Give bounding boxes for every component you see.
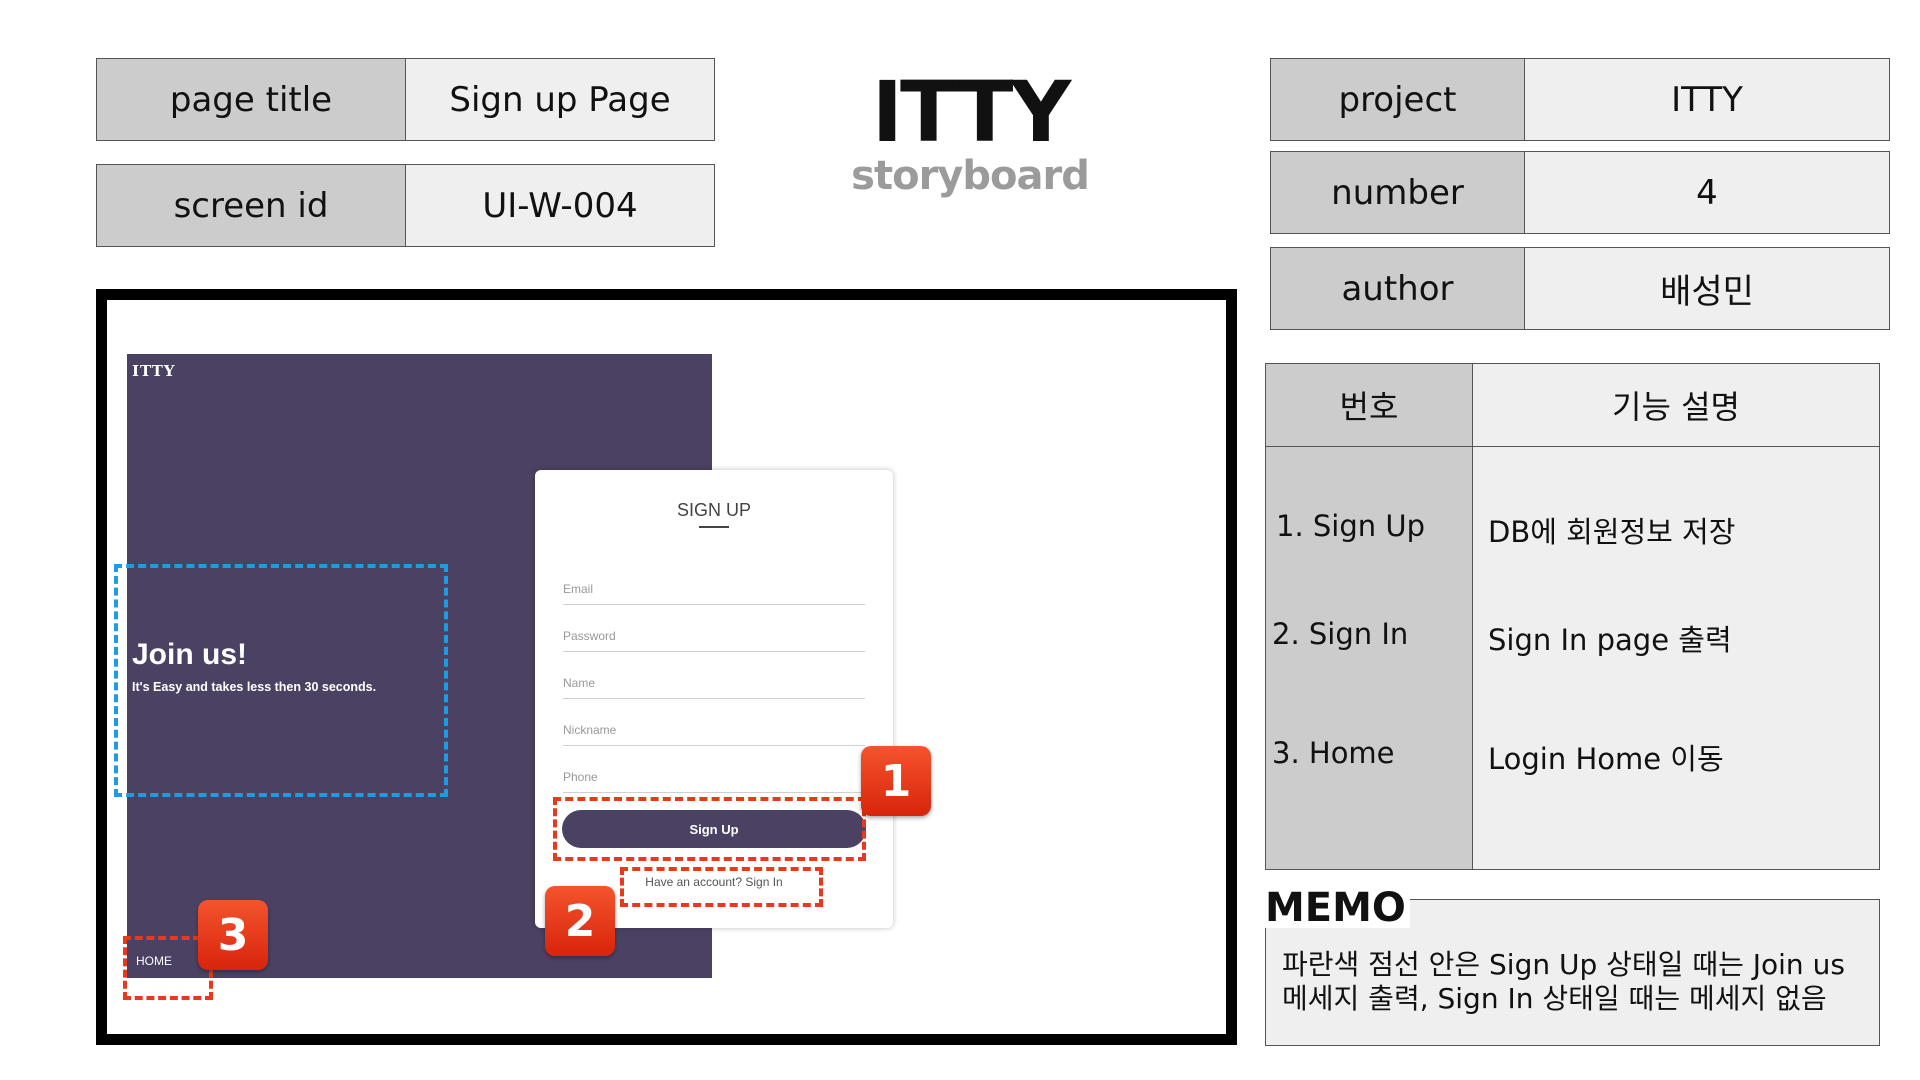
- screen-id-label: screen id: [96, 164, 406, 247]
- badge-3: 3: [198, 900, 268, 970]
- sign-in-highlight: [620, 867, 823, 907]
- phone-field[interactable]: Phone: [563, 762, 865, 793]
- desc-item-2-number: 2. Sign In: [1272, 617, 1409, 651]
- screen-id-value: UI-W-004: [405, 164, 715, 247]
- number-value: 4: [1524, 151, 1890, 234]
- memo-label: MEMO: [1265, 888, 1410, 928]
- desc-item-2-text: Sign In page 출력: [1488, 623, 1732, 657]
- desc-item-3-text: Login Home 이동: [1488, 742, 1724, 776]
- desc-item-1-number: 1. Sign Up: [1276, 509, 1425, 543]
- title-underline: [699, 526, 729, 528]
- name-field[interactable]: Name: [563, 668, 865, 699]
- author-value: 배성민: [1524, 247, 1890, 330]
- desc-item-3-number: 3. Home: [1272, 736, 1395, 770]
- author-label: author: [1270, 247, 1525, 330]
- project-value: ITTY: [1524, 58, 1890, 141]
- memo-line-2: 메세지 출력, Sign In 상태일 때는 메세지 없음: [1282, 982, 1827, 1015]
- nickname-field[interactable]: Nickname: [563, 715, 865, 746]
- storyboard-logo-title: ITTY: [871, 63, 1072, 161]
- desc-item-1-text: DB에 회원정보 저장: [1488, 515, 1736, 549]
- desc-header-number: 번호: [1265, 363, 1473, 447]
- memo-text: 파란색 점선 안은 Sign Up 상태일 때는 Join us 메세지 출력,…: [1282, 948, 1872, 1016]
- page-title-value: Sign up Page: [405, 58, 715, 141]
- number-label: number: [1270, 151, 1525, 234]
- join-message-highlight: [114, 564, 448, 797]
- storyboard-logo-subtitle: storyboard: [851, 153, 1090, 199]
- sign-up-highlight: [553, 797, 866, 861]
- page-title-label: page title: [96, 58, 406, 141]
- desc-header-description: 기능 설명: [1472, 363, 1880, 447]
- badge-1: 1: [861, 746, 931, 816]
- badge-2: 2: [545, 886, 615, 956]
- email-field[interactable]: Email: [563, 574, 865, 605]
- signup-card-title: SIGN UP: [676, 500, 751, 520]
- app-logo[interactable]: ITTY: [132, 362, 176, 380]
- memo-line-1: 파란색 점선 안은 Sign Up 상태일 때는 Join us: [1282, 948, 1845, 981]
- project-label: project: [1270, 58, 1525, 141]
- password-field[interactable]: Password: [563, 621, 865, 652]
